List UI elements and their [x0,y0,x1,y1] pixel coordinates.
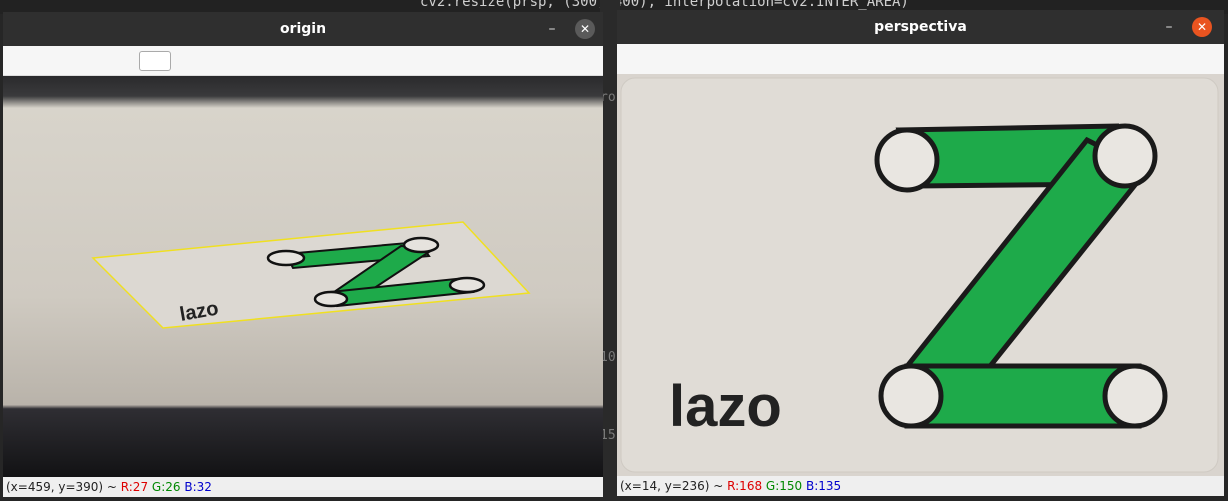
titlebar[interactable]: origin – ✕ [3,12,603,46]
close-button[interactable]: ✕ [575,19,595,39]
close-button[interactable]: ✕ [1192,17,1212,37]
toolbar [617,44,1224,74]
titlebar[interactable]: perspectiva – ✕ [617,10,1224,44]
code-line: cv2.resize(prsp, (300, 400), interpolati… [420,0,909,10]
red-value: R:168 [727,479,763,493]
status-bar: (x=459, y=390) ~ R:27 G:26 B:32 [3,477,603,497]
image-canvas[interactable]: lazo [3,76,603,477]
desktop: cv2.resize(prsp, (300, 400), interpolati… [0,0,1228,501]
green-value: G:150 [765,479,803,493]
green-value: G:26 [151,480,181,494]
blue-value: B:32 [184,480,212,494]
image-canvas[interactable]: lazo [617,74,1224,476]
status-bar: (x=14, y=236) ~ R:168 G:150 B:135 [617,476,1224,496]
minimize-button[interactable]: – [1158,16,1180,38]
origin-image: lazo [3,76,603,477]
blue-value: B:135 [806,479,842,493]
toolbar-button[interactable] [139,51,171,71]
cursor-coords: (x=459, y=390) ~ [6,480,121,494]
perspectiva-window: perspectiva – ✕ lazo (x=14, y=236) ~ R:1… [617,10,1224,496]
window-title: origin [279,21,327,37]
toolbar [3,46,603,76]
card-text: lazo [669,374,782,439]
perspectiva-image: lazo [617,74,1224,476]
origin-window: origin – ✕ lazo (x=459, y=390) ~ R:27 G:… [3,12,603,497]
minimize-button[interactable]: – [541,18,563,40]
window-title: perspectiva [874,19,967,35]
red-value: R:27 [120,480,149,494]
cursor-coords: (x=14, y=236) ~ [620,479,728,493]
